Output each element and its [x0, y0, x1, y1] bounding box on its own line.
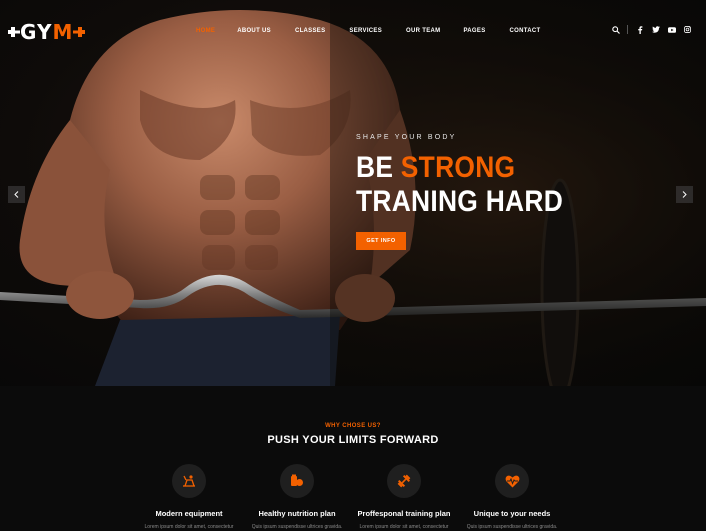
feature-name: Unique to your needs: [473, 509, 551, 518]
dumbbell-icon: [397, 474, 411, 488]
feature-item: Unique to your needs Quis ipsum suspendi…: [452, 464, 572, 530]
feature-icon-circle: [172, 464, 206, 498]
dumbbell-left-icon: [8, 27, 20, 37]
nutrition-icon: [291, 474, 303, 486]
nav-item-our-team[interactable]: OUR TEAM: [406, 26, 440, 36]
slider-prev-button[interactable]: [8, 186, 25, 203]
section-title: PUSH YOUR LIMITS FORWARD: [267, 434, 439, 446]
nav-item-contact[interactable]: CONTACT: [510, 26, 541, 36]
facebook-icon[interactable]: [635, 25, 644, 34]
search-icon[interactable]: [611, 25, 620, 34]
chevron-right-icon: [682, 191, 687, 198]
headline-line-2: TRANING HARD: [356, 185, 564, 218]
feature-name: Proffesponal training plan: [357, 509, 451, 518]
instagram-icon[interactable]: [683, 25, 692, 34]
feature-icon-circle: [495, 464, 529, 498]
logo-text: GYM: [20, 20, 74, 44]
get-info-button[interactable]: GET INFO: [356, 232, 406, 250]
feature-description: Quis ipsum suspendisse ultrices gravida.: [251, 524, 343, 530]
feature-item: Proffesponal training plan Lorem ipsum d…: [344, 464, 464, 530]
feature-name: Modern equipment: [155, 509, 223, 518]
dumbbell-right-icon: [73, 27, 86, 37]
feature-name: Healthy nutrition plan: [258, 509, 336, 518]
youtube-icon[interactable]: [667, 25, 676, 34]
twitter-icon[interactable]: [651, 25, 660, 34]
bike-icon: [183, 475, 195, 487]
heart-rate-icon: [505, 475, 519, 487]
feature-item: Modern equipment Lorem ipsum dolor sit a…: [129, 464, 249, 530]
gym-logo[interactable]: GYM: [8, 20, 86, 44]
feature-icon-circle: [387, 464, 421, 498]
feature-description: Lorem ipsum dolor sit amet, consectetur: [359, 524, 449, 530]
feature-icon-circle: [280, 464, 314, 498]
section-kicker: WHY CHOSE US?: [325, 423, 381, 429]
hero-kicker: SHAPE YOUR BODY: [356, 134, 457, 141]
divider: [627, 25, 628, 34]
feature-description: Quis ipsum suspendisse ultrices gravida.: [466, 524, 558, 530]
hero-caption: SHAPE YOUR BODY BE STRONG TRANING HARD G…: [356, 134, 676, 250]
hero-section: GYM HOME ABOUT US CLASSES SERVICES OUR T…: [0, 0, 706, 386]
header-icons: [611, 25, 692, 34]
main-navigation: HOME ABOUT US CLASSES SERVICES OUR TEAM …: [196, 26, 540, 36]
headline-accent: STRONG: [400, 151, 516, 184]
headline-word-be: BE: [356, 151, 394, 184]
feature-item: Healthy nutrition plan Quis ipsum suspen…: [237, 464, 357, 530]
nav-item-pages[interactable]: PAGES: [463, 26, 485, 36]
nav-item-classes[interactable]: CLASSES: [295, 26, 325, 36]
nav-item-about-us[interactable]: ABOUT US: [237, 26, 271, 36]
why-choose-us-section: WHY CHOSE US? PUSH YOUR LIMITS FORWARD M…: [0, 386, 706, 531]
chevron-left-icon: [14, 191, 19, 198]
nav-item-services[interactable]: SERVICES: [349, 26, 382, 36]
feature-description: Lorem ipsum dolor sit amet, consectetur: [144, 524, 234, 530]
hero-headline: BE STRONG TRANING HARD: [356, 151, 638, 219]
nav-item-home[interactable]: HOME: [196, 26, 215, 36]
slider-next-button[interactable]: [676, 186, 693, 203]
top-navigation-bar: GYM HOME ABOUT US CLASSES SERVICES OUR T…: [0, 0, 706, 62]
